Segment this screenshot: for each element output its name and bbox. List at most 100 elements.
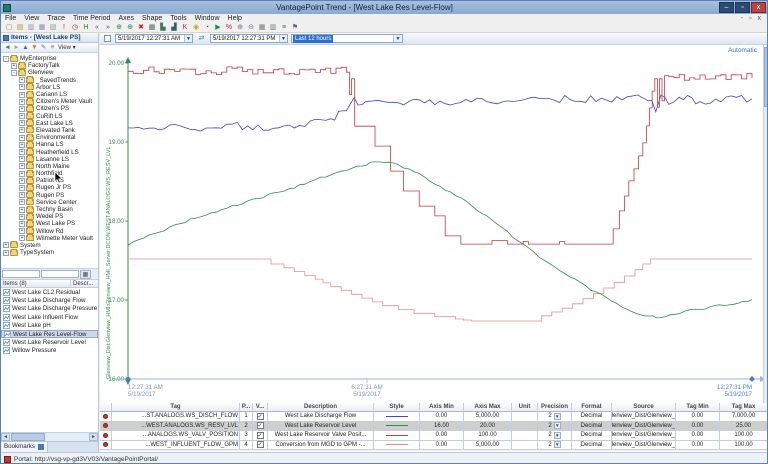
window-split-icon[interactable]: ▥ (268, 23, 278, 32)
menu-file[interactable]: File (1, 15, 20, 22)
vscroll-thumb[interactable] (764, 47, 768, 107)
tree-item-arbor-ls[interactable]: +Arbor LS (1, 84, 98, 91)
trend-chart-area[interactable]: Automatic Glenview_Dist:Glenview_HMI:Gle… (100, 45, 763, 403)
maximize-button[interactable]: ▫ (735, 2, 750, 13)
menu-trace[interactable]: Trace (43, 15, 69, 22)
column-header-source[interactable]: Source (612, 403, 676, 412)
tree-expander-icon[interactable]: + (19, 171, 25, 177)
tree-expander-icon[interactable]: + (19, 199, 25, 205)
tree-expander-icon[interactable]: + (19, 235, 25, 241)
tree-item-citizen-s-ps[interactable]: +Citizen's PS (1, 105, 98, 112)
items-count-header[interactable]: Items (8) (1, 280, 71, 287)
tree-expander-icon[interactable]: + (3, 250, 9, 256)
view-dropdown[interactable]: View ▾ (58, 44, 76, 51)
trace-style-sample[interactable] (386, 444, 408, 445)
histogram-icon[interactable]: ▟ (169, 23, 179, 32)
tree-expander-icon[interactable]: + (19, 77, 25, 83)
tree-expander-icon[interactable]: + (19, 185, 25, 191)
tree-item-rugen-ps[interactable]: +Rugen PS (1, 192, 98, 199)
tree-item-curift-ls[interactable]: +CuRift LS (1, 113, 98, 120)
tree-expander-icon[interactable]: + (19, 106, 25, 112)
tree-expander-icon[interactable]: - (3, 56, 9, 62)
forward-icon[interactable]: ► (12, 44, 21, 52)
chart-vertical-scrollbar[interactable] (763, 45, 768, 403)
tree-item-patriot-ps[interactable]: +Patriot PS (1, 177, 98, 184)
column-header-axis_max[interactable]: Axis Max (464, 403, 512, 412)
table-row[interactable]: ...WEST_INFLUENT_FLOW_GPM4✓Conversion fr… (100, 441, 768, 451)
bookmarks-tab[interactable]: Bookmarks (1, 442, 48, 452)
trace-ws_resv_lvl[interactable] (128, 162, 752, 318)
tree-item-typesystem[interactable]: +TypeSystem (1, 249, 98, 256)
zoom-in-icon[interactable]: ⊕ (235, 23, 245, 32)
close-button[interactable]: x (751, 2, 766, 13)
tree-item-wedel-ps[interactable]: +Wedel PS (1, 213, 98, 220)
shift-back-icon[interactable]: « (92, 23, 102, 32)
stats-icon[interactable]: % (224, 23, 234, 32)
menu-help[interactable]: Help (224, 15, 246, 22)
pin-icon[interactable] (103, 442, 108, 447)
filter-input-desc[interactable] (41, 270, 79, 278)
tree-item-glenview[interactable]: -Glenview (1, 69, 98, 76)
list-item-willow-pressure[interactable]: Willow Pressure (1, 347, 98, 355)
remove-trace-icon[interactable]: ✖ (136, 23, 146, 32)
list-item-west-lake-res-level-flow[interactable]: West Lake Res Level-Flow (1, 330, 98, 338)
items-horizontal-scrollbar[interactable]: ◄ ► (1, 432, 98, 441)
pin-icon[interactable]: ◉ (191, 23, 201, 32)
tree-expander-icon[interactable]: + (19, 178, 25, 184)
tree-item-north-maine[interactable]: +North Maine (1, 163, 98, 170)
zoom-out-icon[interactable]: ⊖ (246, 23, 256, 32)
start-time-dropdown-icon[interactable]: ▼ (184, 35, 192, 42)
tree-item--savedtrends[interactable]: +_SavedTrends (1, 77, 98, 84)
pie-icon[interactable]: ◔ (202, 23, 212, 32)
tree-item-factorytalk[interactable]: +FactoryTalk (1, 62, 98, 69)
column-header-num[interactable]: P... (240, 403, 253, 412)
column-header-desc[interactable]: Description (268, 403, 374, 412)
tree-expander-icon[interactable]: + (19, 99, 25, 105)
edit-icon[interactable]: ✎ (39, 44, 48, 52)
precision-dropdown-icon[interactable]: ▼ (554, 441, 561, 448)
end-time-field[interactable]: 5/19/2017 12:27:31 PM ▼ (210, 34, 288, 43)
menu-view[interactable]: View (20, 15, 43, 22)
filter-input-name[interactable] (2, 270, 40, 278)
filter-icon[interactable]: ▼ (30, 44, 39, 52)
tree-expander-icon[interactable]: + (11, 63, 17, 69)
add-trace-icon[interactable]: ⊕ (114, 23, 124, 32)
xy-plot-icon[interactable]: ▦ (147, 23, 157, 32)
tree-item-heatherfield-ls[interactable]: +Heatherfield LS (1, 148, 98, 155)
grid-icon[interactable]: ▦ (257, 23, 267, 32)
open-icon[interactable]: ▤ (15, 23, 25, 32)
column-header-vis[interactable]: V... (253, 403, 268, 412)
column-header-format[interactable]: Format (572, 403, 612, 412)
column-header-tag_min[interactable]: Tag Min (676, 403, 720, 412)
tree-expander-icon[interactable]: + (19, 163, 25, 169)
tree-item-hanna-ls[interactable]: +Hanna LS (1, 141, 98, 148)
tree-item-myenterprise[interactable]: -MyEnterprise (1, 55, 98, 62)
column-header-style[interactable]: Style (374, 403, 420, 412)
scroll-right-icon[interactable]: ► (89, 433, 98, 441)
menu-tools[interactable]: Tools (166, 15, 190, 22)
new-trend-icon[interactable]: ▢ (4, 23, 14, 32)
time-period-icon[interactable]: ◷ (70, 23, 80, 32)
list-icon[interactable]: ≡ (279, 23, 289, 32)
precision-dropdown-icon[interactable]: ▼ (554, 432, 561, 439)
tree-item-lasanne-ls[interactable]: +Lasanne LS (1, 156, 98, 163)
up-icon[interactable]: ▲ (21, 44, 30, 52)
tree-expander-icon[interactable]: + (19, 207, 25, 213)
table-row[interactable]: ...ANALOGS.WS_VALV_POSITION3✓West Lake R… (100, 431, 768, 441)
tree-item-environmental[interactable]: +Environmental (1, 134, 98, 141)
filter-button[interactable]: ▦ (80, 270, 91, 279)
tree-expander-icon[interactable]: + (19, 92, 25, 98)
end-time-dropdown-icon[interactable]: ▼ (279, 35, 287, 42)
column-header-axis_min[interactable]: Axis Min (420, 403, 464, 412)
tree-expander-icon[interactable]: + (19, 113, 25, 119)
pin-icon[interactable] (103, 433, 108, 438)
trace-ws_disch_flow[interactable] (128, 95, 752, 131)
tree-expander-icon[interactable]: + (19, 156, 25, 162)
table-row[interactable]: ...ST.ANALOGS.WS_DISCH_FLOW1✓West Lake D… (100, 412, 768, 422)
pin-icon[interactable] (103, 414, 108, 419)
tree-item-techny-basin[interactable]: +Techny Basin (1, 206, 98, 213)
list-item-west-lake-ph[interactable]: West Lake pH (1, 322, 98, 330)
tree-item-cariann-ls[interactable]: +Cariann LS (1, 91, 98, 98)
tree-item-rugen-jr-ps[interactable]: +Rugen Jr PS (1, 184, 98, 191)
tree-expander-icon[interactable]: + (19, 142, 25, 148)
